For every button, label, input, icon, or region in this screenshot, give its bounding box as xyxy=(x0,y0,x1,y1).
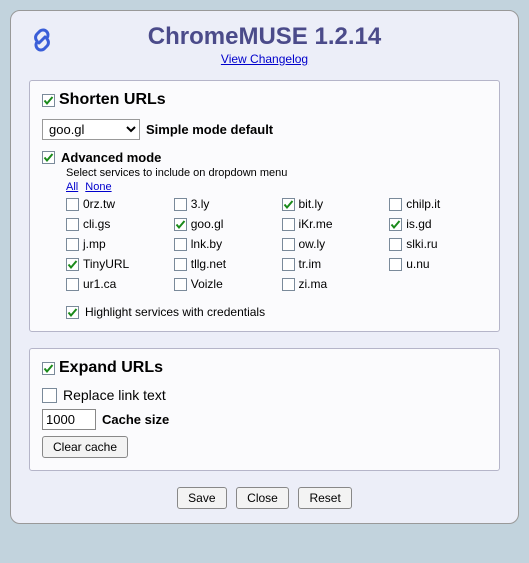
service-checkbox[interactable] xyxy=(66,238,79,251)
service-item: j.mp xyxy=(66,237,164,251)
service-item: u.nu xyxy=(389,257,487,271)
chain-link-icon xyxy=(29,27,55,53)
service-checkbox[interactable] xyxy=(174,278,187,291)
service-label: 0rz.tw xyxy=(83,197,115,211)
service-label: slki.ru xyxy=(406,237,437,251)
service-item: ur1.ca xyxy=(66,277,164,291)
service-item: cli.gs xyxy=(66,217,164,231)
app-title: ChromeMUSE 1.2.14 xyxy=(29,23,500,51)
service-item: lnk.by xyxy=(174,237,272,251)
replace-link-text-label: Replace link text xyxy=(63,387,166,403)
cache-size-input[interactable] xyxy=(42,409,96,430)
service-checkbox[interactable] xyxy=(66,258,79,271)
service-checkbox[interactable] xyxy=(174,198,187,211)
service-checkbox[interactable] xyxy=(282,198,295,211)
service-label: zi.ma xyxy=(299,277,328,291)
services-grid: 0rz.tw 3.ly bit.ly chilp.it cli.gs goo.gl iKr.… xyxy=(66,197,487,291)
service-label: ow.ly xyxy=(299,237,326,251)
service-checkbox[interactable] xyxy=(174,258,187,271)
service-item: ow.ly xyxy=(282,237,380,251)
clear-cache-button[interactable]: Clear cache xyxy=(42,436,128,458)
service-checkbox[interactable] xyxy=(66,198,79,211)
service-item: goo.gl xyxy=(174,217,272,231)
service-label: 3.ly xyxy=(191,197,210,211)
service-item: bit.ly xyxy=(282,197,380,211)
service-item: tllg.net xyxy=(174,257,272,271)
service-item: Voizle xyxy=(174,277,272,291)
service-checkbox[interactable] xyxy=(66,278,79,291)
advanced-hint: Select services to include on dropdown m… xyxy=(66,167,487,179)
header: ChromeMUSE 1.2.14 View Changelog xyxy=(29,23,500,66)
service-label: cli.gs xyxy=(83,217,110,231)
cache-size-label: Cache size xyxy=(102,412,169,427)
service-checkbox[interactable] xyxy=(389,198,402,211)
service-item: zi.ma xyxy=(282,277,380,291)
service-label: chilp.it xyxy=(406,197,440,211)
highlight-credentials-checkbox[interactable] xyxy=(66,306,79,319)
service-label: tr.im xyxy=(299,257,322,271)
service-label: j.mp xyxy=(83,237,106,251)
expand-section: Expand URLs Replace link text Cache size… xyxy=(29,348,500,471)
save-button[interactable]: Save xyxy=(177,487,226,509)
shorten-urls-checkbox[interactable] xyxy=(42,94,55,107)
simple-mode-label: Simple mode default xyxy=(146,122,273,137)
service-label: Voizle xyxy=(191,277,223,291)
service-checkbox[interactable] xyxy=(174,238,187,251)
service-checkbox[interactable] xyxy=(282,238,295,251)
service-label: tllg.net xyxy=(191,257,226,271)
footer-buttons: Save Close Reset xyxy=(29,487,500,509)
service-label: u.nu xyxy=(406,257,429,271)
close-button[interactable]: Close xyxy=(236,487,289,509)
expand-title: Expand URLs xyxy=(59,359,163,377)
service-item: tr.im xyxy=(282,257,380,271)
service-item: chilp.it xyxy=(389,197,487,211)
service-label: lnk.by xyxy=(191,237,222,251)
service-item: is.gd xyxy=(389,217,487,231)
shorten-section: Shorten URLs goo.gl Simple mode default … xyxy=(29,80,500,332)
service-checkbox[interactable] xyxy=(174,218,187,231)
service-label: bit.ly xyxy=(299,197,324,211)
service-item: TinyURL xyxy=(66,257,164,271)
advanced-mode-label: Advanced mode xyxy=(61,150,161,165)
service-item: 0rz.tw xyxy=(66,197,164,211)
simple-mode-select[interactable]: goo.gl xyxy=(42,119,140,140)
service-checkbox[interactable] xyxy=(282,258,295,271)
service-label: goo.gl xyxy=(191,217,224,231)
service-label: ur1.ca xyxy=(83,277,116,291)
settings-panel: ChromeMUSE 1.2.14 View Changelog Shorten… xyxy=(10,10,519,524)
reset-button[interactable]: Reset xyxy=(298,487,351,509)
service-item: iKr.me xyxy=(282,217,380,231)
replace-link-text-checkbox[interactable] xyxy=(42,388,57,403)
service-label: is.gd xyxy=(406,217,431,231)
service-checkbox[interactable] xyxy=(389,258,402,271)
service-checkbox[interactable] xyxy=(66,218,79,231)
service-label: iKr.me xyxy=(299,217,333,231)
service-label: TinyURL xyxy=(83,257,129,271)
shorten-title: Shorten URLs xyxy=(59,91,166,109)
highlight-credentials-label: Highlight services with credentials xyxy=(85,305,265,319)
service-checkbox[interactable] xyxy=(282,278,295,291)
select-none-link[interactable]: None xyxy=(85,181,111,193)
service-item: 3.ly xyxy=(174,197,272,211)
service-checkbox[interactable] xyxy=(389,238,402,251)
service-checkbox[interactable] xyxy=(282,218,295,231)
select-all-link[interactable]: All xyxy=(66,181,78,193)
advanced-mode-checkbox[interactable] xyxy=(42,151,55,164)
service-checkbox[interactable] xyxy=(389,218,402,231)
expand-urls-checkbox[interactable] xyxy=(42,362,55,375)
view-changelog-link[interactable]: View Changelog xyxy=(221,52,308,66)
service-item: slki.ru xyxy=(389,237,487,251)
